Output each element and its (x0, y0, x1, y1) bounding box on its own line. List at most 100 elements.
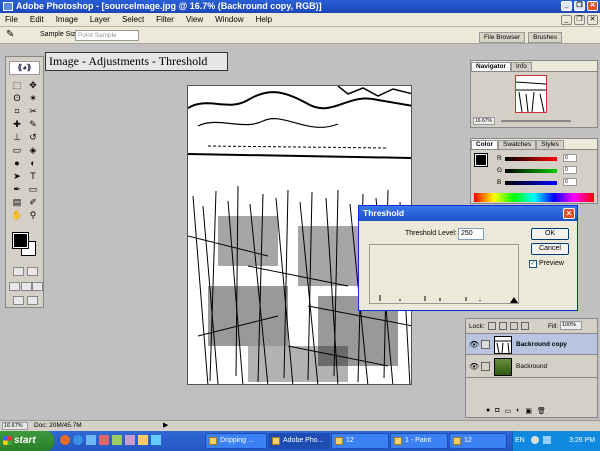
type-tool-icon[interactable]: T (26, 170, 40, 183)
layer-visibility-eye-icon-2[interactable]: 👁 (469, 362, 479, 371)
menu-filter[interactable]: Filter (155, 15, 175, 24)
doc-restore-button[interactable]: ❐ (574, 15, 585, 25)
eyedropper-icon[interactable]: ✎ (6, 29, 20, 41)
lock-transparency-icon[interactable] (488, 322, 496, 330)
g-slider[interactable] (505, 169, 557, 173)
screen-mode-full-icon[interactable] (32, 282, 43, 291)
firefox-icon[interactable] (60, 435, 70, 445)
hand-tool-icon[interactable]: ✋ (10, 209, 24, 222)
layer-link-icon[interactable] (481, 362, 490, 371)
b-value-field[interactable]: 0 (563, 178, 577, 186)
eyedropper-tool-icon[interactable]: ✐ (26, 196, 40, 209)
app-icon-2[interactable] (112, 435, 122, 445)
menu-edit[interactable]: Edit (29, 15, 45, 24)
lock-all-icon[interactable] (521, 322, 529, 330)
tab-color[interactable]: Color (471, 140, 498, 149)
notes-tool-icon[interactable]: ▤ (10, 196, 24, 209)
menu-window[interactable]: Window (214, 15, 244, 24)
navigator-zoom-field[interactable]: 16.67% (473, 117, 495, 125)
lasso-tool-icon[interactable]: ʘ (10, 92, 24, 105)
ie-icon[interactable] (73, 435, 83, 445)
g-value-field[interactable]: 0 (563, 166, 577, 174)
tab-info[interactable]: Info (510, 62, 532, 71)
layer-brush-link-icon[interactable] (481, 340, 490, 349)
brush-tool-icon[interactable]: ✎ (26, 118, 40, 131)
move-tool-icon[interactable]: ✥ (26, 79, 40, 92)
tab-styles[interactable]: Styles (536, 140, 564, 149)
start-button[interactable]: start (0, 431, 54, 451)
pen-tool-icon[interactable]: ✒ (10, 183, 24, 196)
histogram[interactable] (369, 244, 519, 304)
cancel-button[interactable]: Cancel (531, 243, 569, 255)
dodge-tool-icon[interactable]: ◐ (26, 157, 40, 170)
lock-position-icon[interactable] (510, 322, 518, 330)
slice-tool-icon[interactable]: ✂ (26, 105, 40, 118)
standard-mode-icon[interactable] (13, 267, 24, 276)
tray-icon-2[interactable] (543, 436, 551, 444)
taskbar-btn-folder-12b[interactable]: 12 (449, 433, 507, 449)
status-menu-arrow-icon[interactable]: ▶ (163, 421, 168, 429)
layer-set-icon[interactable]: ▭ (504, 407, 511, 415)
preview-checkbox[interactable]: ✓ (529, 260, 537, 268)
dialog-close-button[interactable]: ✕ (563, 208, 575, 219)
jump-to-imageready-icon[interactable] (13, 296, 24, 305)
menu-image[interactable]: Image (55, 15, 79, 24)
tab-file-browser[interactable]: File Browser (479, 32, 526, 43)
app-icon-1[interactable] (99, 435, 109, 445)
clone-stamp-tool-icon[interactable]: ⊥ (10, 131, 24, 144)
eraser-tool-icon[interactable]: ▭ (10, 144, 24, 157)
layer-mask-icon[interactable]: ◘ (495, 407, 499, 415)
sample-size-select[interactable]: Point Sample (75, 30, 139, 41)
magic-wand-tool-icon[interactable]: ✶ (26, 92, 40, 105)
tab-swatches[interactable]: Swatches (497, 140, 537, 149)
menu-file[interactable]: File (4, 15, 19, 24)
restore-button[interactable]: ❐ (574, 1, 585, 11)
new-layer-icon[interactable]: ▣ (525, 407, 532, 415)
close-button[interactable]: ✕ (587, 1, 598, 11)
photoshop-logo-icon[interactable]: ⟪◕⟫ (9, 61, 40, 75)
screen-mode-menu-icon[interactable] (21, 282, 32, 291)
trash-icon[interactable]: 🗑 (537, 407, 546, 415)
color-spectrum-bar[interactable] (474, 193, 594, 202)
threshold-level-input[interactable]: 250 (458, 228, 484, 240)
foreground-color-swatch[interactable] (12, 232, 29, 249)
minimize-button[interactable]: _ (561, 1, 572, 11)
taskbar-btn-dripping[interactable]: Dripping ... (205, 433, 267, 449)
navigator-thumbnail[interactable] (515, 75, 547, 113)
taskbar-btn-paint[interactable]: 1 - Paint (390, 433, 448, 449)
doc-close-button[interactable]: ✕ (587, 15, 598, 25)
fill-field[interactable]: 100% (560, 321, 582, 330)
menu-select[interactable]: Select (121, 15, 145, 24)
adjustment-layer-icon[interactable]: ◐ (516, 407, 520, 415)
marquee-tool-icon[interactable]: ⬚ (10, 79, 24, 92)
zoom-tool-icon[interactable]: ⚲ (26, 209, 40, 222)
paint-bucket-tool-icon[interactable]: ◈ (26, 144, 40, 157)
layer-row-backround[interactable]: 👁 Backround (466, 356, 597, 378)
tab-brushes[interactable]: Brushes (528, 32, 562, 43)
jump-to-imageready-2-icon[interactable] (27, 296, 38, 305)
layer-style-icon[interactable]: ● (486, 407, 490, 415)
path-selection-tool-icon[interactable]: ➤ (10, 170, 24, 183)
menu-layer[interactable]: Layer (89, 15, 111, 24)
menu-help[interactable]: Help (255, 15, 273, 24)
language-indicator[interactable]: EN (515, 437, 525, 444)
navigator-zoom-slider[interactable] (501, 120, 571, 122)
blur-tool-icon[interactable]: ● (10, 157, 24, 170)
tab-navigator[interactable]: Navigator (471, 62, 511, 71)
tray-icon-1[interactable] (531, 436, 539, 444)
taskbar-btn-photoshop[interactable]: Adobe Pho... (268, 433, 330, 449)
healing-brush-tool-icon[interactable]: ✚ (10, 118, 24, 131)
ok-button[interactable]: OK (531, 228, 569, 240)
r-value-field[interactable]: 0 (563, 154, 577, 162)
layer-name-backround[interactable]: Backround (516, 363, 547, 370)
quick-mask-mode-icon[interactable] (27, 267, 38, 276)
crop-tool-icon[interactable]: ⌗ (10, 105, 24, 118)
lock-image-icon[interactable] (499, 322, 507, 330)
b-slider[interactable] (505, 181, 557, 185)
layer-visibility-eye-icon[interactable]: 👁 (469, 340, 479, 349)
desktop-icon[interactable] (86, 435, 96, 445)
history-brush-tool-icon[interactable]: ↺ (26, 131, 40, 144)
shape-tool-icon[interactable]: ▭ (26, 183, 40, 196)
doc-minimize-button[interactable]: _ (561, 15, 572, 25)
layer-row-backround-copy[interactable]: 👁 Backround copy (466, 333, 597, 355)
